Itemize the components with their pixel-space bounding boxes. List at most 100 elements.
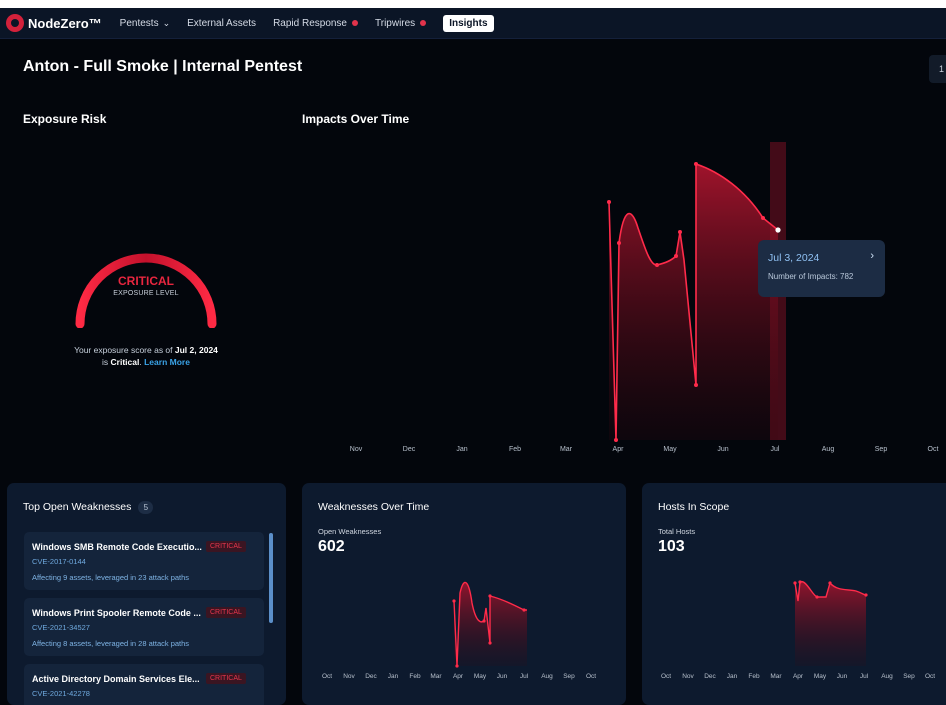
alert-dot-icon [420, 20, 427, 26]
month-tick: Jan [456, 446, 467, 453]
weaknesses-month-axis: Oct Nov Dec Jan Feb Mar Apr May Jun Jul … [322, 673, 596, 680]
chevron-right-icon[interactable]: › [870, 250, 874, 262]
month-tick: Dec [403, 446, 416, 453]
open-weaknesses-value: 602 [318, 538, 345, 555]
impact-point[interactable] [607, 200, 611, 204]
top-nav: NodeZero™ Pentests ⌄ External Assets Rap… [0, 8, 946, 39]
learn-more-link[interactable]: Learn More [144, 357, 190, 367]
nav-item-external-assets[interactable]: External Assets [187, 18, 256, 29]
month-tick: May [663, 446, 677, 453]
weakness-cve[interactable]: CVE-2021-34527 [32, 623, 90, 632]
hosts-month-axis: Oct Nov Dec Jan Feb Mar Apr May Jun Jul … [661, 673, 935, 680]
weakness-cve[interactable]: CVE-2017-0144 [32, 557, 86, 566]
page-action-button[interactable]: 1 [929, 55, 946, 83]
weakness-item[interactable]: Active Directory Domain Services Ele... … [24, 664, 264, 705]
weakness-point[interactable] [455, 664, 459, 668]
hosts-point[interactable] [798, 580, 802, 584]
score-word: Critical [110, 357, 140, 367]
hosts-point[interactable] [815, 595, 819, 599]
brand[interactable]: NodeZero™ [6, 14, 102, 32]
impact-point[interactable] [614, 438, 618, 442]
page-title: Anton - Full Smoke | Internal Pentest [23, 58, 303, 75]
month-tick: May [474, 673, 487, 680]
month-tick: Jun [837, 673, 848, 680]
month-tick: Apr [793, 673, 804, 680]
severity-badge: CRITICAL [206, 607, 246, 618]
impact-point-selected[interactable] [775, 227, 781, 233]
weakness-point[interactable] [482, 619, 486, 623]
month-tick: Oct [322, 673, 332, 680]
hosts-point[interactable] [793, 581, 797, 585]
impacts-over-time-title: Impacts Over Time [302, 112, 410, 126]
total-hosts-value: 103 [658, 538, 685, 555]
top-weaknesses-title: Top Open Weaknesses 5 [23, 501, 154, 514]
weakness-name: Windows SMB Remote Code Executio... [32, 542, 202, 552]
month-tick: Nov [682, 673, 694, 680]
month-tick: Dec [365, 673, 377, 680]
hosts-area [795, 581, 866, 666]
open-weaknesses-label: Open Weaknesses [318, 527, 382, 536]
impact-point[interactable] [761, 216, 765, 220]
severity-badge: CRITICAL [206, 673, 246, 684]
month-tick: Sep [563, 673, 575, 680]
score-date: Jul 2, 2024 [174, 345, 218, 355]
tooltip-date: Jul 3, 2024 [768, 252, 820, 264]
month-tick: Mar [430, 673, 442, 680]
nav-item-tripwires[interactable]: Tripwires [375, 17, 427, 29]
month-tick: Sep [875, 446, 888, 453]
month-tick: Nov [343, 673, 355, 680]
weaknesses-scrollbar[interactable] [269, 533, 273, 623]
hosts-point[interactable] [864, 593, 868, 597]
month-tick: Feb [748, 673, 760, 680]
month-tick: Jun [717, 446, 728, 453]
weaknesses-over-time-title: Weaknesses Over Time [318, 501, 430, 513]
month-tick: Sep [903, 673, 915, 680]
card-title-text: Top Open Weaknesses [23, 501, 132, 513]
month-tick: Feb [409, 673, 421, 680]
nav-item-label: Rapid Response [273, 17, 347, 29]
impact-point[interactable] [694, 383, 698, 387]
nav-item-insights[interactable]: Insights [443, 14, 494, 32]
weakness-point[interactable] [488, 641, 492, 645]
exposure-gauge [75, 253, 217, 328]
month-tick: Jun [497, 673, 508, 680]
weakness-cve[interactable]: CVE-2021-42278 [32, 689, 90, 698]
month-tick: Mar [770, 673, 782, 680]
hosts-in-scope-card: Hosts In Scope Total Hosts 103 Oct Nov D… [642, 483, 946, 705]
nav-item-rapid-response[interactable]: Rapid Response [273, 18, 358, 29]
weakness-item[interactable]: Windows Print Spooler Remote Code ... CR… [24, 598, 264, 656]
exposure-risk-title: Exposure Risk [23, 112, 107, 126]
month-tick: Oct [586, 673, 596, 680]
impact-point[interactable] [674, 254, 678, 258]
brand-name: NodeZero™ [28, 15, 102, 31]
score-prefix: Your exposure score as of [74, 345, 175, 355]
exposure-level: CRITICAL [118, 274, 174, 288]
month-tick: Dec [704, 673, 716, 680]
weakness-item[interactable]: Windows SMB Remote Code Executio... CRIT… [24, 532, 264, 590]
month-tick: Oct [925, 673, 935, 680]
hosts-point[interactable] [828, 581, 832, 585]
weakness-point[interactable] [488, 594, 492, 598]
month-tick: Jul [860, 673, 869, 680]
weakness-point[interactable] [522, 608, 526, 612]
weakness-point[interactable] [452, 599, 456, 603]
month-tick: Apr [613, 446, 625, 453]
top-weaknesses-card: Top Open Weaknesses 5 Windows SMB Remote … [7, 483, 286, 705]
impact-point[interactable] [694, 162, 698, 166]
month-tick: Nov [350, 446, 363, 453]
nav-item-pentests[interactable]: Pentests ⌄ [120, 18, 170, 29]
impact-point[interactable] [655, 263, 659, 267]
impacts-tooltip[interactable]: Jul 3, 2024 › Number of Impacts: 782 [758, 240, 885, 297]
month-tick: Mar [560, 446, 573, 453]
impact-point[interactable] [678, 230, 682, 234]
exposure-level-caption: EXPOSURE LEVEL [113, 290, 179, 297]
month-tick: May [814, 673, 827, 680]
weakness-name: Active Directory Domain Services Ele... [32, 674, 200, 684]
nav-item-label: External Assets [187, 17, 257, 29]
weakness-name: Windows Print Spooler Remote Code ... [32, 608, 201, 618]
hosts-mini-chart: Oct Nov Dec Jan Feb Mar Apr May Jun Jul … [661, 580, 935, 680]
month-tick: Aug [881, 673, 893, 680]
impact-point[interactable] [617, 241, 621, 245]
nav-item-label: Tripwires [375, 17, 416, 29]
month-tick: Jan [388, 673, 399, 680]
